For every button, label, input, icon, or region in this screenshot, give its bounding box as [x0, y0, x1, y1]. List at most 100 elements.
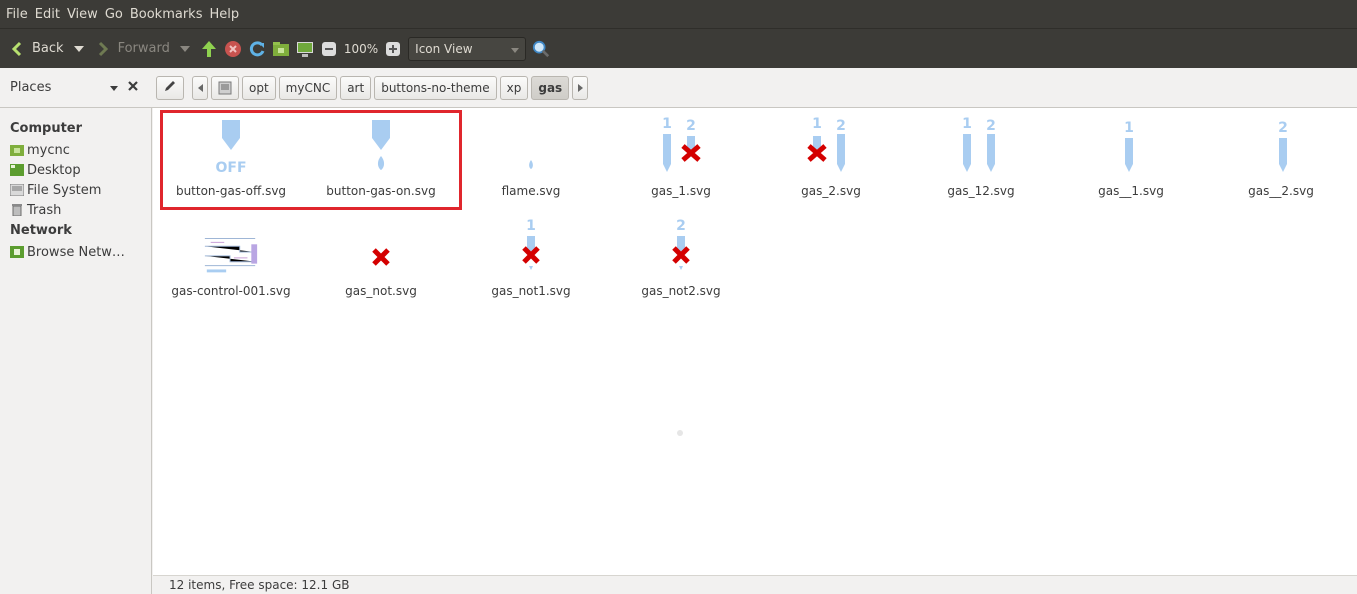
file-name: gas_not2.svg — [641, 284, 721, 298]
file-item[interactable]: 1 2 gas_2.svg — [756, 114, 906, 206]
one-text: 1 — [812, 116, 822, 132]
file-item[interactable]: gas_not.svg — [306, 214, 456, 306]
home-folder-icon[interactable] — [272, 40, 290, 58]
file-thumbnail: 1 2 — [801, 114, 861, 176]
status-bar: 12 items, Free space: 12.1 GB — [153, 575, 1357, 594]
sidebar-item-label: File System — [27, 182, 102, 198]
toolbar: Back Forward 100% Icon View — [0, 28, 1357, 68]
file-name: gas_1.svg — [651, 184, 711, 198]
menu-bookmarks[interactable]: Bookmarks — [130, 7, 203, 22]
close-sidebar-icon[interactable] — [128, 80, 138, 95]
back-button[interactable]: Back — [8, 40, 88, 58]
gas-on-icon — [372, 120, 390, 170]
file-name: gas__2.svg — [1248, 184, 1314, 198]
breadcrumb-art[interactable]: art — [340, 75, 372, 100]
file-item[interactable]: 1 gas_not1.svg — [456, 214, 606, 306]
breadcrumb-scroll-right[interactable] — [572, 75, 589, 100]
two-text: 2 — [836, 118, 846, 134]
one-text: 1 — [1124, 120, 1134, 136]
file-name: gas_not1.svg — [491, 284, 571, 298]
stop-icon[interactable] — [224, 40, 242, 58]
network-icon — [10, 246, 24, 258]
computer-icon[interactable] — [296, 40, 314, 58]
zoom-in-icon[interactable] — [384, 40, 402, 58]
breadcrumb-scroll-left[interactable] — [192, 75, 208, 100]
file-item[interactable]: gas-control-001.svg — [156, 214, 306, 306]
breadcrumb-mycnc[interactable]: myCNC — [278, 75, 338, 100]
gas-not-1-icon: 1 — [522, 218, 540, 270]
file-item[interactable]: 1 gas__1.svg — [1056, 114, 1206, 206]
file-thumbnail: 1 — [501, 214, 561, 276]
places-controls — [110, 80, 156, 95]
two-text: 2 — [986, 118, 996, 134]
file-thumbnail — [201, 214, 261, 276]
view-mode-combo[interactable]: Icon View — [408, 36, 527, 61]
gas-control-diagram-icon — [201, 230, 261, 276]
places-label[interactable]: Places — [0, 80, 110, 95]
back-label: Back — [32, 41, 64, 56]
gas-12-icon: 1 2 — [962, 116, 996, 172]
file-thumbnail — [351, 114, 411, 176]
file-name: gas-control-001.svg — [171, 284, 291, 298]
sidebar-item-desktop[interactable]: Desktop — [0, 160, 151, 180]
menu-go[interactable]: Go — [105, 7, 123, 22]
up-arrow-icon[interactable] — [200, 40, 218, 58]
one-text: 1 — [526, 218, 536, 234]
zoom-out-icon[interactable] — [320, 40, 338, 58]
file-name: button-gas-on.svg — [326, 184, 436, 198]
back-dropdown-icon[interactable] — [70, 40, 88, 58]
sidebar-item-browse-network[interactable]: Browse Netw… — [0, 242, 151, 262]
reload-icon[interactable] — [248, 40, 266, 58]
file-thumbnail: 2 — [1251, 114, 1311, 176]
breadcrumb-root[interactable] — [211, 75, 239, 100]
trash-icon — [12, 204, 22, 216]
forward-button[interactable]: Forward — [94, 40, 194, 58]
pencil-icon — [163, 79, 177, 97]
places-dropdown-icon[interactable] — [110, 80, 118, 95]
breadcrumb-xp[interactable]: xp — [499, 75, 529, 100]
menu-edit[interactable]: Edit — [35, 7, 60, 22]
gas-off-icon: OFF — [215, 120, 247, 176]
file-item[interactable]: 1 2 gas_1.svg — [606, 114, 756, 206]
breadcrumb-opt[interactable]: opt — [242, 75, 276, 100]
combo-dropdown-icon — [511, 42, 520, 56]
file-item[interactable]: 1 2 gas_12.svg — [906, 114, 1056, 206]
sidebar-heading-network: Network — [10, 223, 72, 238]
file-name: gas_12.svg — [947, 184, 1015, 198]
drive-icon — [218, 81, 232, 94]
sidebar-item-file-system[interactable]: File System — [0, 180, 151, 200]
file-thumbnail: 1 2 — [651, 114, 711, 176]
file-item[interactable]: flame.svg — [456, 114, 606, 206]
file-thumbnail: OFF — [201, 114, 261, 176]
off-text: OFF — [215, 160, 246, 176]
edit-location-button[interactable] — [156, 75, 184, 100]
two-text: 2 — [686, 118, 696, 134]
forward-arrow-icon — [94, 40, 112, 58]
sidebar-item-mycnc[interactable]: mycnc — [0, 140, 151, 160]
flame-icon — [529, 160, 533, 169]
file-thumbnail — [501, 114, 561, 176]
sidebar-item-trash[interactable]: Trash — [0, 200, 151, 220]
menu-file[interactable]: File — [6, 7, 28, 22]
sidebar-item-label: Browse Netw… — [27, 244, 125, 260]
forward-dropdown-icon[interactable] — [176, 40, 194, 58]
file-item[interactable]: 2 gas__2.svg — [1206, 114, 1356, 206]
breadcrumb-gas[interactable]: gas — [531, 75, 570, 100]
file-view[interactable]: OFF button-gas-off.svg button-gas-on.svg — [153, 108, 1357, 575]
view-mode-label: Icon View — [415, 41, 473, 56]
chevron-left-icon — [197, 83, 203, 92]
drive-icon — [10, 184, 24, 196]
menu-help[interactable]: Help — [209, 7, 239, 22]
file-item[interactable]: button-gas-on.svg — [306, 114, 456, 206]
location-bar: Places opt myCNC art buttons-no-theme xp… — [0, 68, 1357, 108]
gas-2-icon: 1 2 — [807, 116, 846, 172]
one-text: 1 — [962, 116, 972, 132]
places-sidebar: Computer mycnc Desktop File System Trash… — [0, 108, 152, 594]
file-item[interactable]: 2 gas_not2.svg — [606, 214, 756, 306]
file-item[interactable]: OFF button-gas-off.svg — [156, 114, 306, 206]
breadcrumb: opt myCNC art buttons-no-theme xp gas — [192, 75, 589, 100]
file-name: gas_not.svg — [345, 284, 417, 298]
breadcrumb-buttons-no-theme[interactable]: buttons-no-theme — [374, 75, 497, 100]
search-icon[interactable] — [532, 40, 550, 58]
menu-view[interactable]: View — [67, 7, 98, 22]
